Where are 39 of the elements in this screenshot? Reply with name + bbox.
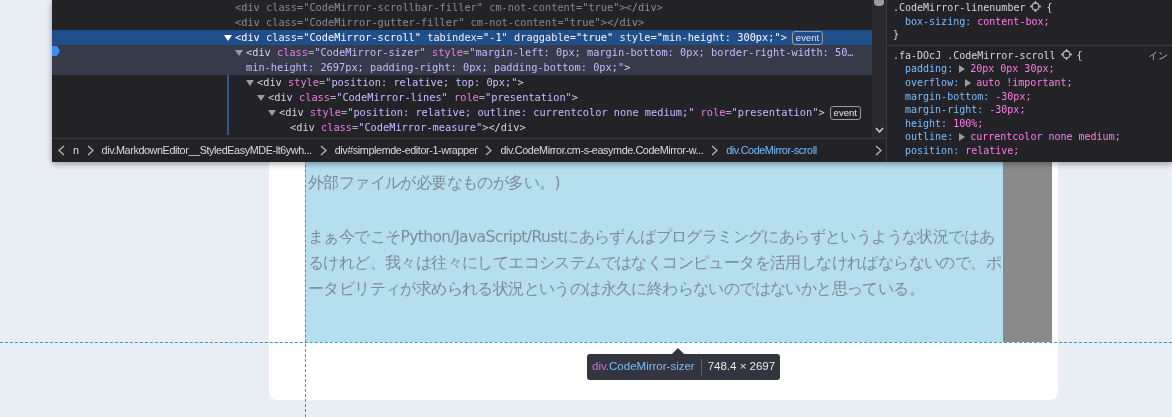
- breadcrumb-item[interactable]: div.CodeMirror-scroll: [726, 142, 817, 159]
- css-declaration[interactable]: position: relative;: [887, 143, 1172, 158]
- markup-row[interactable]: <div class="CodeMirror-gutter-filler" cm-not-content="true"></div>: [52, 15, 872, 30]
- css-declaration[interactable]: padding: 20px 0px 30px;: [887, 62, 1172, 76]
- markup-line: <div class="CodeMirror-measure"></div>: [290, 120, 527, 135]
- markup-row[interactable]: <div class="CodeMirror-measure"></div>: [52, 120, 872, 135]
- breadcrumb-item[interactable]: n: [73, 142, 79, 159]
- markup-line: <div class="CodeMirror-lines" role="presentation">: [268, 90, 579, 105]
- css-declaration[interactable]: box-sizing: content-box;: [887, 14, 1172, 29]
- element-selector-label: div.CodeMirror-sizer: [592, 359, 695, 375]
- open-brace: {: [1046, 1, 1053, 15]
- css-declaration[interactable]: outline: currentcolor none medium;: [887, 130, 1172, 144]
- markup-row[interactable]: <div class="CodeMirror-scroll" tabindex="-1" draggable="true" style="min-height: 300px;"> event: [52, 30, 872, 45]
- markup-row[interactable]: <div class="CodeMirror-scrollbar-filler" cm-not-content="true"></div>: [52, 0, 872, 15]
- markup-line: <div class="CodeMirror-scrollbar-filler" cm-not-content="true"></div>: [235, 0, 664, 15]
- css-declaration[interactable]: margin-bottom: -30px;: [887, 89, 1172, 104]
- markup-line: <div style="position: relative; outline: currentcolor none medium;" role="presentation"> event: [279, 105, 871, 120]
- markup-row[interactable]: <div style="position: relative; outline: currentcolor none medium;" role="presentation"> event: [52, 105, 872, 120]
- body-paragraph: 外部ファイルが必要なものが多い。): [308, 173, 561, 194]
- markup-line: <div style="position: relative; top: 0px;">: [257, 75, 525, 90]
- element-size-label: 748.4 × 2697: [707, 359, 776, 375]
- open-brace: {: [1076, 48, 1083, 63]
- markup-row[interactable]: <div class="CodeMirror-lines" role="presentation">: [52, 90, 872, 105]
- css-declaration[interactable]: overflow: auto !important;: [887, 75, 1172, 90]
- event-badge[interactable]: event: [829, 106, 861, 120]
- css-declaration[interactable]: margin-right: -30px;: [887, 103, 1172, 117]
- markup-line: <div class="CodeMirror-gutter-filler" cm-not-content="true"></div>: [235, 15, 646, 30]
- markup-row[interactable]: <div style="position: relative; top: 0px;">: [52, 75, 872, 90]
- body-paragraph: まぁ今でこそPython/JavaScript/Rustにあらずんばプログラミングにあらずというような状況ではあるけれど、我々は往々にしてエコシステムではなくコンピュータを活用しなければならないので、ポータビリティが求められる状況というのは永久に終わらないのではないかと思っている。: [308, 227, 1001, 300]
- css-declaration[interactable]: height: 100%;: [887, 116, 1172, 131]
- close-brace: }: [892, 28, 900, 42]
- breadcrumb-item[interactable]: div#simplemde-editor-1-wrapper: [334, 142, 478, 159]
- breadcrumb-item[interactable]: div.CodeMirror.cm-s-easymde.CodeMirror-w...: [500, 142, 704, 159]
- breadcrumb-item[interactable]: div.MarkdownEditor__StyledEasyMDE-lt6ywh...: [101, 142, 312, 159]
- css-selector: .CodeMirror-linenumber: [893, 1, 1026, 15]
- source-link[interactable]: イン: [1148, 48, 1168, 63]
- markup-row[interactable]: <div class="CodeMirror-sizer" style="margin-left: 0px; margin-bottom: 0px; border-right-width: 50…min-height: 2697px; padding-right: 0px; padding-bottom: 0px;">: [52, 45, 872, 75]
- markup-line: <div class="CodeMirror-sizer" style="margin-left: 0px; margin-bottom: 0px; border-right-width: 50…min-height: 2697px; padding-right: 0px; padding-bottom: 0px;">: [246, 45, 855, 75]
- css-selector: .fa-DOcJ .CodeMirror-scroll: [893, 48, 1056, 63]
